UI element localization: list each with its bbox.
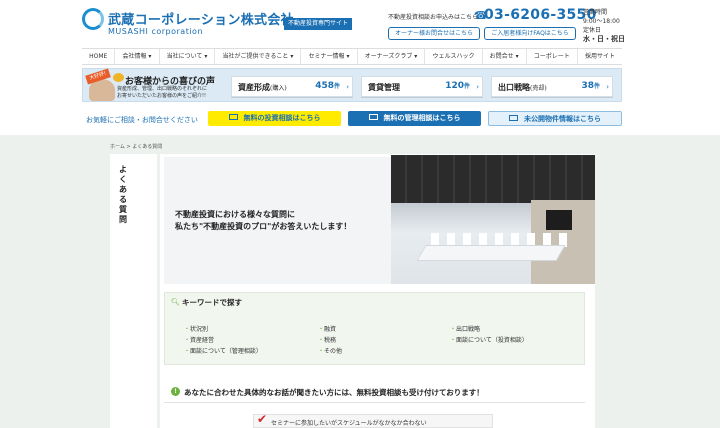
unlisted-property-button[interactable]: 未公開物件情報はこちら — [488, 111, 622, 126]
exclamation-icon: ! — [171, 387, 180, 396]
voice-exit-strategy[interactable]: 出口戦略(売却) 38件 › — [491, 76, 613, 97]
nav-wealth-hack[interactable]: ウェルスハック — [424, 49, 481, 64]
chevron-right-icon: › — [476, 83, 479, 91]
nav-recruit[interactable]: 採用サイト — [576, 49, 622, 64]
breadcrumb[interactable]: ホーム > よくある質問 — [110, 143, 162, 150]
keyword-link[interactable]: 面談について（管理相談） — [184, 346, 262, 357]
logo-icon[interactable] — [82, 8, 104, 30]
page-title: よくある質問 — [119, 165, 127, 224]
tenant-faq-button[interactable]: ご入居者様向けFAQはこちら — [484, 27, 576, 40]
nav-about[interactable]: 当社について ▾ — [158, 49, 215, 64]
nav-owners-club[interactable]: オーナーズクラブ ▾ — [356, 49, 425, 64]
keyword-link[interactable]: 状況別 — [184, 324, 262, 335]
speech-bubble-icon — [113, 73, 124, 82]
keyword-column-3: 出口戦略 面談について（投資相談） — [450, 324, 528, 346]
keyword-title: キーワードで探す — [182, 298, 242, 307]
chevron-right-icon: › — [346, 83, 349, 91]
free-investment-consult-button[interactable]: 無料の投資相談はこちら — [208, 111, 341, 126]
mail-icon — [509, 115, 518, 121]
mail-icon — [368, 114, 378, 120]
site-tag-badge: 不動産投資専門サイト — [284, 18, 353, 30]
keyword-link[interactable]: 面談について（投資相談） — [450, 335, 528, 346]
nav-company[interactable]: 会社情報 ▾ — [114, 49, 158, 64]
phone-number[interactable]: 03-6206-3550 — [484, 7, 597, 23]
nav-seminar[interactable]: セミナー情報 ▾ — [300, 49, 356, 64]
side-panel — [110, 154, 157, 428]
voice-rental-management[interactable]: 賃貸管理 120件 › — [361, 76, 483, 97]
nav-corporate[interactable]: コーポレート — [525, 49, 577, 64]
voice-description: 資産形成、管理、出口戦略のそれぞれに お寄せいただいたお客様の声をご紹介!! — [117, 86, 208, 99]
hero-heading-line2: 私たち"不動産投資のプロ"がお答えいたします！ — [175, 222, 352, 231]
contact-label: 不動産投資相談お申込みはこちら — [388, 14, 479, 21]
business-hours: 営業時間 9:00〜18:00 定休日 水・日・祝日 — [583, 9, 625, 43]
logo-subtext: MUSASHI corporation — [108, 27, 204, 36]
free-management-consult-button[interactable]: 無料の管理相談はこちら — [348, 111, 481, 126]
mail-icon — [228, 114, 238, 120]
keyword-column-2: 融資 税務 その他 — [318, 324, 342, 357]
owner-inquiry-button[interactable]: オーナー様お問合せはこちら — [388, 27, 480, 40]
hero-heading-line1: 不動産投資における様々な質問に — [175, 210, 295, 219]
keyword-link[interactable]: 税務 — [318, 335, 342, 346]
keyword-link[interactable]: その他 — [318, 346, 342, 357]
cta-label: お気軽にご相談・お問合せください — [86, 116, 198, 124]
keyword-link[interactable]: 出口戦略 — [450, 324, 528, 335]
logo-text[interactable]: 武蔵コーポレーション株式会社 — [108, 9, 294, 28]
nav-contact[interactable]: お問合せ ▾ — [481, 49, 526, 64]
global-nav: HOME 会社情報 ▾ 当社について ▾ 当社がご提供できること ▾ セミナー情… — [82, 48, 622, 65]
nav-home[interactable]: HOME — [82, 49, 114, 64]
keyword-link[interactable]: 資産経営 — [184, 335, 262, 346]
checklist-item-text: セミナーに参加したいがスケジュールがなかなか合わない — [271, 420, 427, 427]
nav-services[interactable]: 当社がご提供できること ▾ — [214, 49, 300, 64]
customer-voice-banner: 大好評! お客様からの喜びの声 資産形成、管理、出口戦略のそれぞれに お寄せいた… — [82, 68, 622, 102]
search-icon: 🔍︎ — [171, 298, 180, 306]
keyword-column-1: 状況別 資産経営 面談について（管理相談） — [184, 324, 262, 357]
meeting-room-photo — [391, 155, 595, 284]
divider — [164, 402, 585, 403]
voice-asset-building[interactable]: 資産形成(購入) 458件 › — [231, 76, 353, 97]
checkmark-icon: ✔ — [257, 412, 268, 426]
keyword-link[interactable]: 融資 — [318, 324, 342, 335]
consult-notice: あなたに合わせた具体的なお話が聞きたい方には、無料投資相談も受け付けております！ — [184, 388, 484, 397]
chevron-right-icon: › — [606, 83, 609, 91]
page-root: 武蔵コーポレーション株式会社 MUSASHI corporation 不動産投資… — [0, 0, 720, 428]
